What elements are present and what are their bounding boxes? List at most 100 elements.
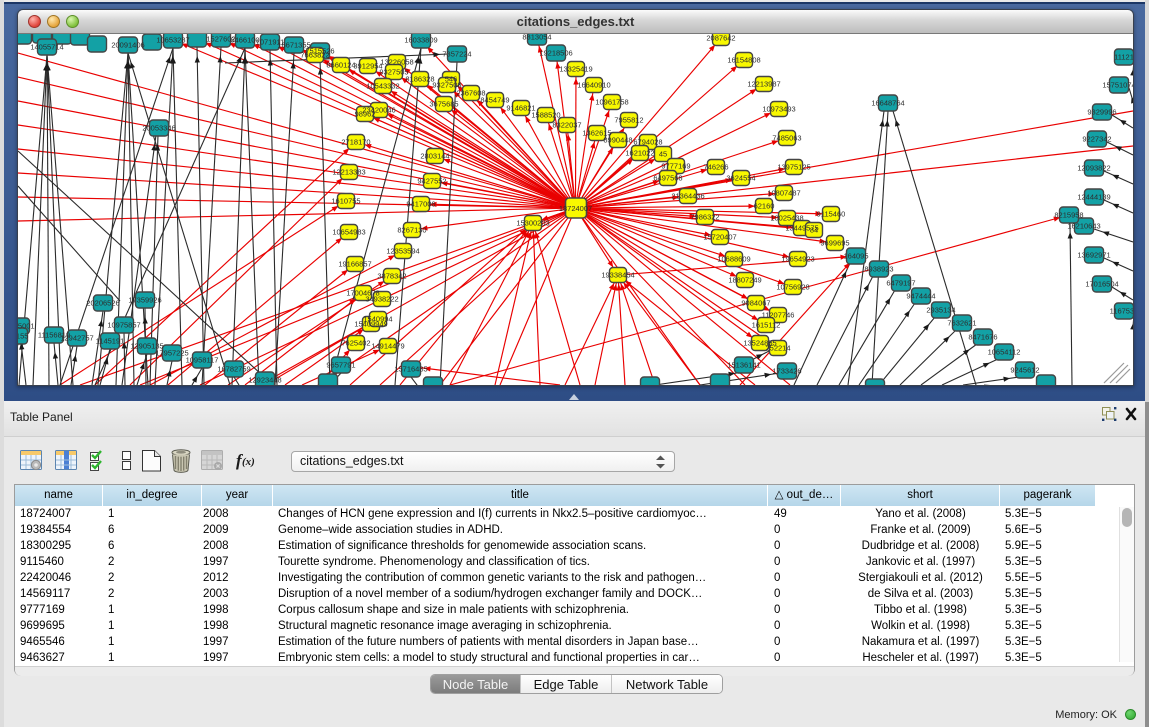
svg-text:15716485: 15716485 [394,365,427,374]
svg-text:3878342: 3878342 [377,272,406,281]
svg-text:9327505: 9327505 [379,68,408,77]
svg-text:6794028: 6794028 [633,138,662,147]
svg-text:15136141: 15136141 [727,361,760,370]
svg-text:7986322: 7986322 [690,213,719,222]
svg-text:7663822: 7663822 [300,51,329,60]
svg-text:20206526: 20206526 [86,299,119,308]
svg-text:12923448: 12923448 [248,376,281,385]
svg-text:10961758: 10961758 [595,98,628,107]
svg-text:12444139: 12444139 [1077,193,1110,202]
svg-text:6497568: 6497568 [653,174,682,183]
svg-text:7485063: 7485063 [772,134,801,143]
svg-text:7632621: 7632621 [947,319,976,328]
svg-text:7357224: 7357224 [442,50,471,59]
svg-text:9474444: 9474444 [906,292,935,301]
svg-text:14055714: 14055714 [30,43,63,52]
svg-text:17016504: 17016504 [1085,280,1118,289]
svg-text:9777169: 9777169 [661,162,690,171]
svg-text:9427552: 9427552 [417,177,446,186]
svg-text:17957225: 17957225 [155,349,188,358]
svg-text:1145191: 1145191 [96,337,125,346]
svg-text:13325419: 13325419 [559,65,592,74]
svg-text:1435001: 1435001 [18,322,35,331]
svg-text:8215958: 8215958 [1054,211,1083,220]
svg-text:9245612: 9245612 [1010,366,1039,375]
svg-text:10025438: 10025438 [770,214,803,223]
svg-text:8454749: 8454749 [480,96,509,105]
svg-text:164095: 164095 [843,252,868,261]
svg-text:15300203: 15300203 [516,219,549,228]
svg-text:15720407: 15720407 [703,233,736,242]
svg-text:16033809: 16033809 [404,36,437,45]
svg-text:12353594: 12353594 [386,247,419,256]
svg-text:8186328: 8186328 [405,75,434,84]
svg-text:84: 84 [810,226,818,235]
svg-text:9329996: 9329996 [1087,108,1116,117]
svg-text:12213383: 12213383 [332,168,365,177]
svg-text:12093822: 12093822 [1077,164,1110,173]
svg-text:10543332: 10543332 [366,82,399,91]
svg-text:1167534: 1167534 [1110,307,1133,316]
svg-text:746266: 746266 [703,163,728,172]
svg-text:1540994: 1540994 [363,315,392,324]
svg-text:16154808: 16154808 [727,56,760,65]
svg-text:7625402: 7625402 [341,339,370,348]
svg-text:20053346: 20053346 [142,124,175,133]
svg-text:45: 45 [659,150,667,159]
svg-text:9417006: 9417006 [406,200,435,209]
svg-text:13226058: 13226058 [380,58,413,67]
svg-text:10973493: 10973493 [762,105,795,114]
svg-text:10807487: 10807487 [767,189,800,198]
svg-text:9084067: 9084067 [741,299,770,308]
svg-text:2087642: 2087642 [706,34,735,43]
svg-text:8938923: 8938923 [864,265,893,274]
svg-text:15751074: 15751074 [1102,81,1133,90]
svg-text:10975857: 10975857 [107,321,140,330]
svg-text:10688609: 10688609 [717,255,750,264]
svg-text:19218506: 19218506 [539,49,572,58]
svg-text:18724007: 18724007 [559,204,592,213]
svg-text:13692971: 13692971 [1077,251,1110,260]
svg-text:1610755: 1610755 [331,197,360,206]
svg-text:8813054: 8813054 [522,34,551,42]
svg-text:(x): (x) [242,456,255,468]
svg-text:11121: 11121 [1114,53,1133,62]
svg-text:10653287: 10653287 [156,36,189,45]
svg-text:8471676: 8471676 [968,333,997,342]
svg-text:1588520: 1588520 [531,111,560,120]
svg-text:34938222: 34938222 [365,295,398,304]
svg-text:19166857: 19166857 [338,260,371,269]
svg-text:9115460: 9115460 [817,210,846,219]
svg-text:16648764: 16648764 [871,99,904,108]
svg-text:3675685: 3675685 [429,100,458,109]
svg-text:9699695: 9699695 [820,239,849,248]
svg-text:10756928: 10756928 [776,283,809,292]
svg-text:12213987: 12213987 [747,80,780,89]
svg-text:10654112: 10654112 [988,348,1021,357]
svg-text:6479197: 6479197 [886,279,915,288]
svg-text:3624554: 3624554 [726,174,755,183]
svg-text:3912954: 3912954 [353,62,382,71]
svg-text:16640910: 16640910 [577,81,610,90]
svg-text:10958117: 10958117 [186,356,219,365]
svg-text:98962: 98962 [355,110,376,119]
svg-text:9657791: 9657791 [326,361,355,370]
svg-text:20091406: 20091406 [111,41,144,50]
svg-text:21364436: 21364436 [671,192,704,201]
svg-text:13975125: 13975125 [777,163,810,172]
svg-text:9227342: 9227342 [1082,135,1111,144]
svg-text:8322037: 8322037 [552,121,581,130]
svg-text:8267130: 8267130 [397,226,426,235]
svg-text:16210643: 16210643 [1067,222,1100,231]
svg-text:252214: 252214 [765,344,790,353]
svg-text:8660124: 8660124 [326,61,355,70]
svg-text:1733426: 1733426 [772,367,801,376]
svg-text:17359926: 17359926 [128,296,161,305]
svg-text:10654983: 10654983 [332,228,365,237]
svg-text:2935134: 2935134 [926,306,955,315]
svg-text:14914479: 14914479 [371,342,404,351]
svg-text:18807249: 18807249 [728,276,761,285]
svg-text:2803144: 2803144 [420,152,449,161]
svg-text:1615112: 1615112 [752,321,781,330]
svg-text:11207746: 11207746 [762,311,795,320]
